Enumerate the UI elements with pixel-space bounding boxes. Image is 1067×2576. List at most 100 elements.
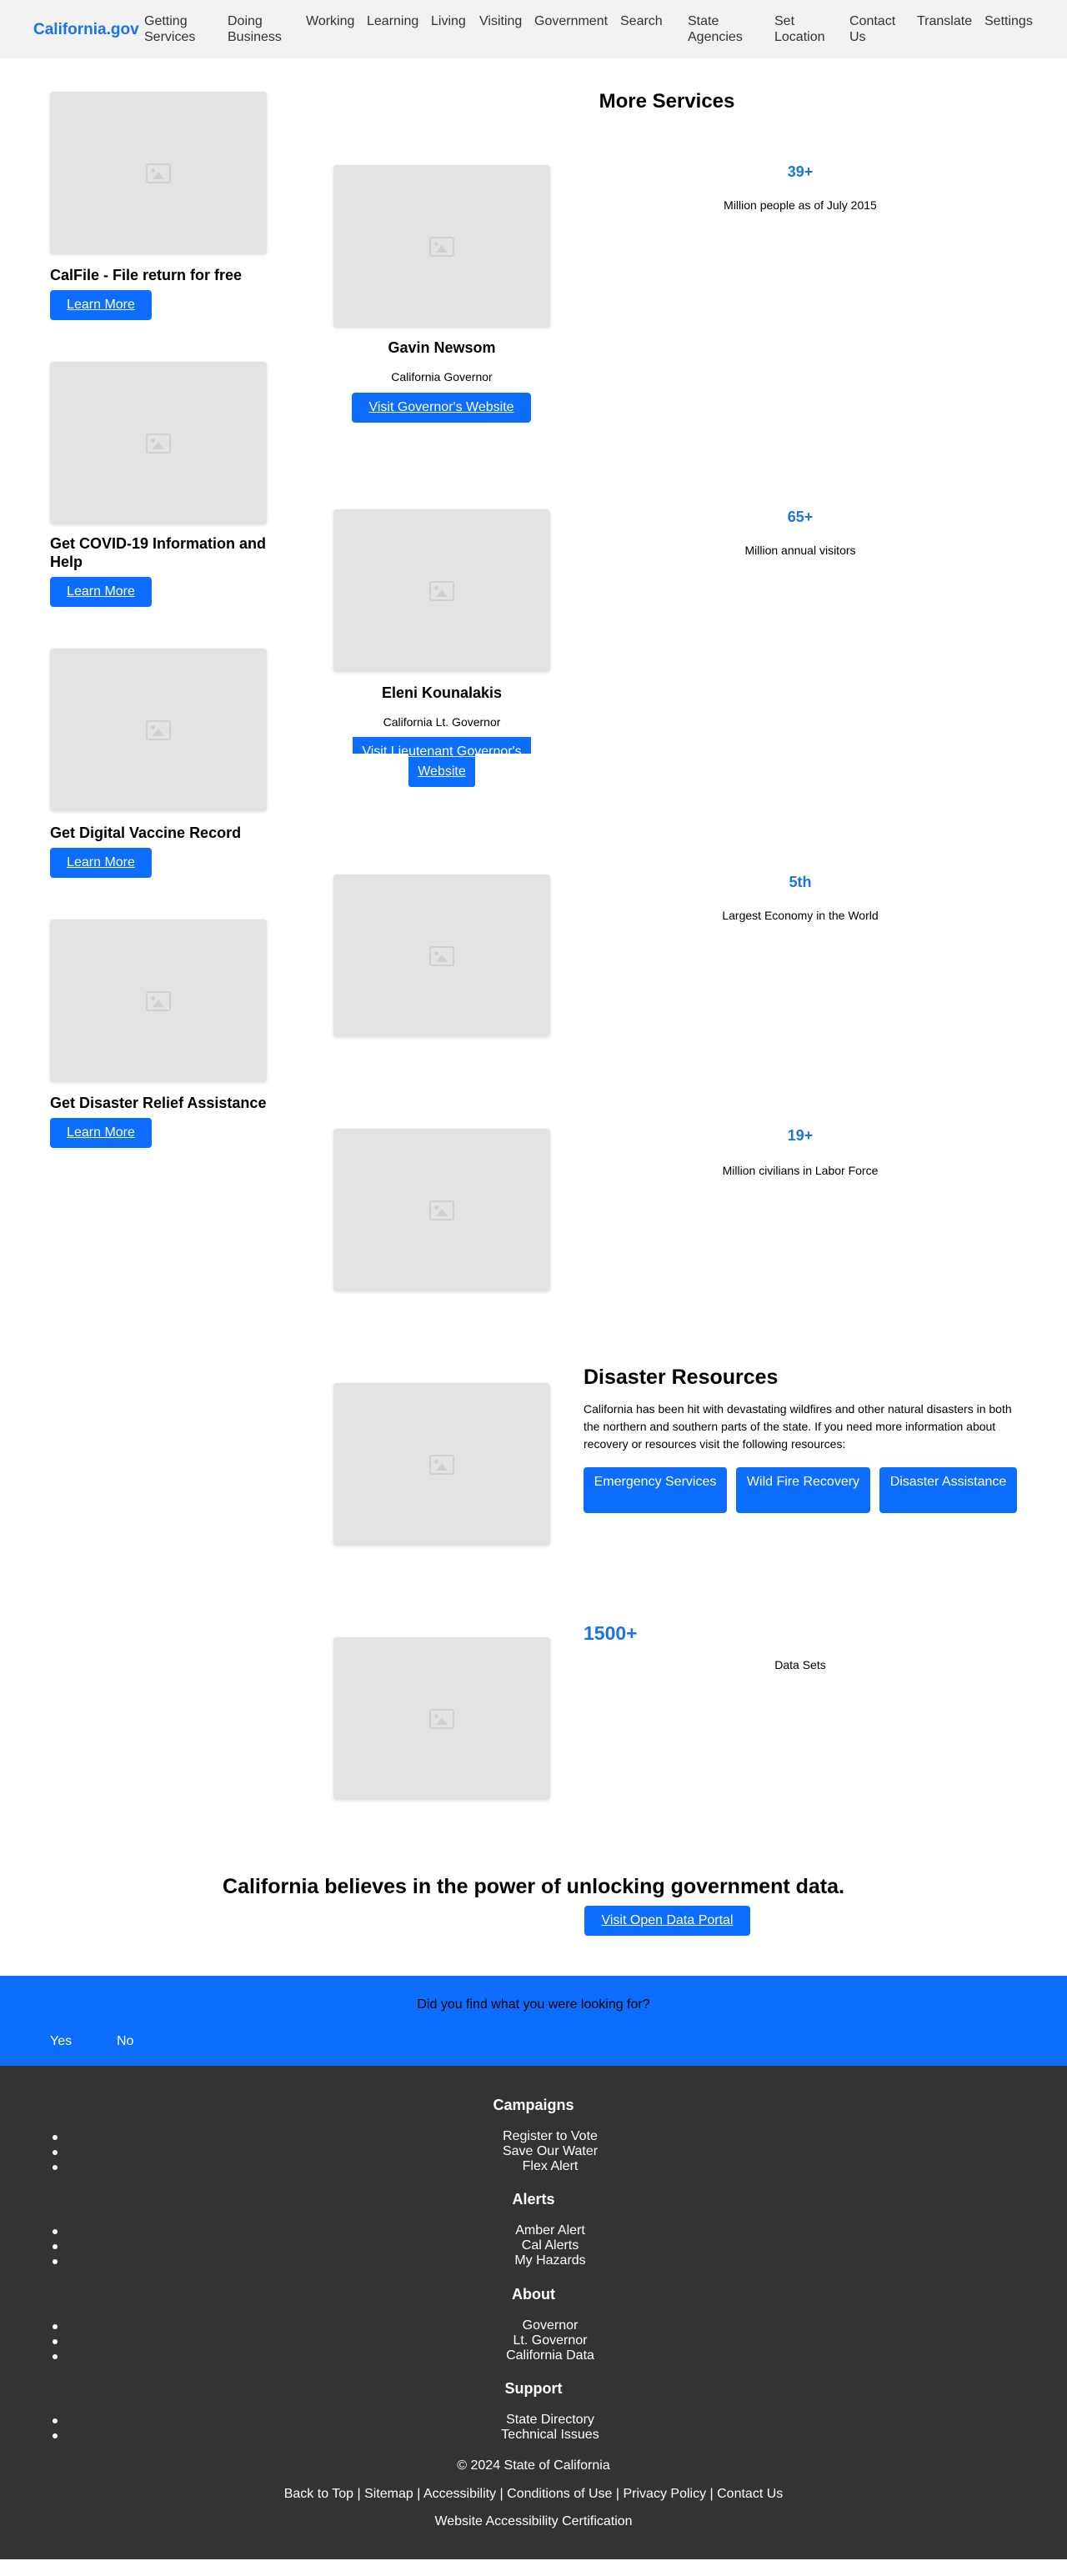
link-separator: | xyxy=(496,2487,508,2501)
footer-link-lt-governor[interactable]: Lt. Governor xyxy=(283,2333,817,2348)
disaster-assistance-button[interactable]: Disaster Assistance xyxy=(879,1467,1017,1513)
vaccine-learn-more-button[interactable]: Learn More xyxy=(50,848,152,878)
governor-name: Gavin Newsom xyxy=(388,339,496,356)
image-placeholder-icon xyxy=(429,1454,454,1475)
nav-set-location[interactable]: Set Location xyxy=(774,13,833,45)
bullet xyxy=(53,2433,58,2438)
image-placeholder-icon xyxy=(429,945,454,966)
bullet xyxy=(53,2354,58,2359)
image-placeholder-icon xyxy=(146,719,171,740)
stat-value: 19+ xyxy=(787,1127,814,1144)
stat-image xyxy=(333,1129,550,1291)
stat-value: 5th xyxy=(789,874,812,890)
stat-value: 39+ xyxy=(787,163,814,180)
visit-lt-governor-button[interactable]: Visit Lieutenant Governor's Website xyxy=(353,742,531,782)
accessibility-certification-link[interactable]: Website Accessibility Certification xyxy=(0,2514,1067,2529)
footer-contact-us-link[interactable]: Contact Us xyxy=(717,2487,783,2501)
disaster-heading: Disaster Resources xyxy=(584,1366,779,1389)
footer-heading-campaigns: Campaigns xyxy=(493,2097,574,2113)
service-image xyxy=(50,920,267,1082)
nav-living[interactable]: Living xyxy=(431,13,466,29)
emergency-services-button[interactable]: Emergency Services xyxy=(584,1467,727,1513)
privacy-policy-link[interactable]: Privacy Policy xyxy=(624,2487,707,2501)
footer-link-governor[interactable]: Governor xyxy=(283,2318,817,2333)
service-title: Get COVID-19 Information and Help xyxy=(50,535,267,570)
image-placeholder-icon xyxy=(429,236,454,257)
nav-settings[interactable]: Settings xyxy=(984,13,1033,29)
service-title: Get Digital Vaccine Record xyxy=(50,824,242,841)
conditions-of-use-link[interactable]: Conditions of Use xyxy=(507,2487,612,2501)
service-title: CalFile - File return for free xyxy=(50,267,243,283)
service-image xyxy=(50,362,267,524)
nav-learning[interactable]: Learning xyxy=(367,13,418,29)
bullet xyxy=(53,2135,58,2140)
footer-link-california-data[interactable]: California Data xyxy=(283,2348,817,2363)
data-sets-label: Data Sets xyxy=(774,1658,826,1671)
footer-copyright: © 2024 State of California xyxy=(457,2458,610,2473)
footer-link-amber-alert[interactable]: Amber Alert xyxy=(283,2223,817,2238)
wild-fire-recovery-button[interactable]: Wild Fire Recovery xyxy=(736,1467,870,1513)
nav-visiting[interactable]: Visiting xyxy=(479,13,522,29)
lt-governor-name: Eleni Kounalakis xyxy=(381,684,503,701)
image-placeholder-icon xyxy=(146,163,171,183)
nav-government[interactable]: Government xyxy=(534,13,608,29)
visit-governor-button[interactable]: Visit Governor's Website xyxy=(352,393,531,423)
accessibility-link[interactable]: Accessibility xyxy=(423,2487,496,2501)
feedback-yes-button[interactable]: Yes xyxy=(50,2034,72,2049)
nav-getting-services[interactable]: Getting Services xyxy=(144,13,219,45)
nav-state-agencies[interactable]: State Agencies xyxy=(688,13,746,45)
bullet xyxy=(53,2229,58,2234)
image-placeholder-icon xyxy=(429,1708,454,1729)
footer-heading-about: About xyxy=(512,2286,555,2303)
nav-doing-business[interactable]: Doing Business xyxy=(228,13,294,45)
footer-link-register-to-vote[interactable]: Register to Vote xyxy=(283,2129,817,2144)
site-header: California.gov Getting Services Doing Bu… xyxy=(0,0,1067,58)
footer-link-flex-alert[interactable]: Flex Alert xyxy=(283,2159,817,2174)
lt-governor-image xyxy=(333,509,550,672)
bullet xyxy=(53,2165,58,2170)
service-image xyxy=(50,92,267,254)
service-title: Get Disaster Relief Assistance xyxy=(50,1095,267,1111)
open-data-portal-button[interactable]: Visit Open Data Portal xyxy=(584,1906,750,1936)
footer-bottom-links: Back to Top | Sitemap | Accessibility | … xyxy=(0,2487,1067,2502)
stat-label: Million civilians in Labor Force xyxy=(722,1164,879,1177)
sitemap-link[interactable]: Sitemap xyxy=(364,2487,413,2501)
feedback-no-button[interactable]: No xyxy=(117,2034,133,2049)
site-logo[interactable]: California.gov xyxy=(33,21,139,39)
footer-link-my-hazards[interactable]: My Hazards xyxy=(283,2253,817,2268)
bullet xyxy=(53,2259,58,2264)
more-services-heading: More Services xyxy=(599,90,735,113)
image-placeholder-icon xyxy=(429,1200,454,1220)
image-placeholder-icon xyxy=(429,580,454,601)
stat-label: Million annual visitors xyxy=(744,544,856,557)
disaster-description: California has been hit with devastating… xyxy=(584,1402,1012,1451)
stat-value: 65+ xyxy=(787,509,814,525)
calfile-learn-more-button[interactable]: Learn More xyxy=(50,290,152,320)
nav-translate[interactable]: Translate xyxy=(917,13,972,29)
bullet xyxy=(53,2150,58,2155)
stat-label: Largest Economy in the World xyxy=(722,909,879,922)
stat-image xyxy=(333,875,550,1037)
disaster-relief-learn-more-button[interactable]: Learn More xyxy=(50,1118,152,1148)
footer-link-save-our-water[interactable]: Save Our Water xyxy=(283,2144,817,2159)
bullet xyxy=(53,2418,58,2423)
image-placeholder-icon xyxy=(146,433,171,454)
back-to-top-link[interactable]: Back to Top xyxy=(284,2487,353,2501)
link-separator: | xyxy=(353,2487,365,2501)
footer-link-state-directory[interactable]: State Directory xyxy=(283,2413,817,2428)
footer-heading-support: Support xyxy=(504,2380,563,2397)
covid-learn-more-button[interactable]: Learn More xyxy=(50,577,152,607)
nav-search[interactable]: Search xyxy=(620,13,663,29)
bullet xyxy=(53,2324,58,2329)
nav-working[interactable]: Working xyxy=(306,13,354,29)
footer-link-technical-issues[interactable]: Technical Issues xyxy=(283,2428,817,2443)
link-separator: | xyxy=(413,2487,423,2501)
feedback-question: Did you find what you were looking for? xyxy=(417,1997,650,2012)
governor-image xyxy=(333,165,550,328)
feedback-bar: Did you find what you were looking for? … xyxy=(0,1976,1067,2066)
footer-link-cal-alerts[interactable]: Cal Alerts xyxy=(283,2238,817,2253)
open-data-heading: California believes in the power of unlo… xyxy=(223,1875,844,1898)
data-sets-value: 1500+ xyxy=(584,1622,638,1644)
image-placeholder-icon xyxy=(146,990,171,1011)
nav-contact-us[interactable]: Contact Us xyxy=(849,13,908,45)
